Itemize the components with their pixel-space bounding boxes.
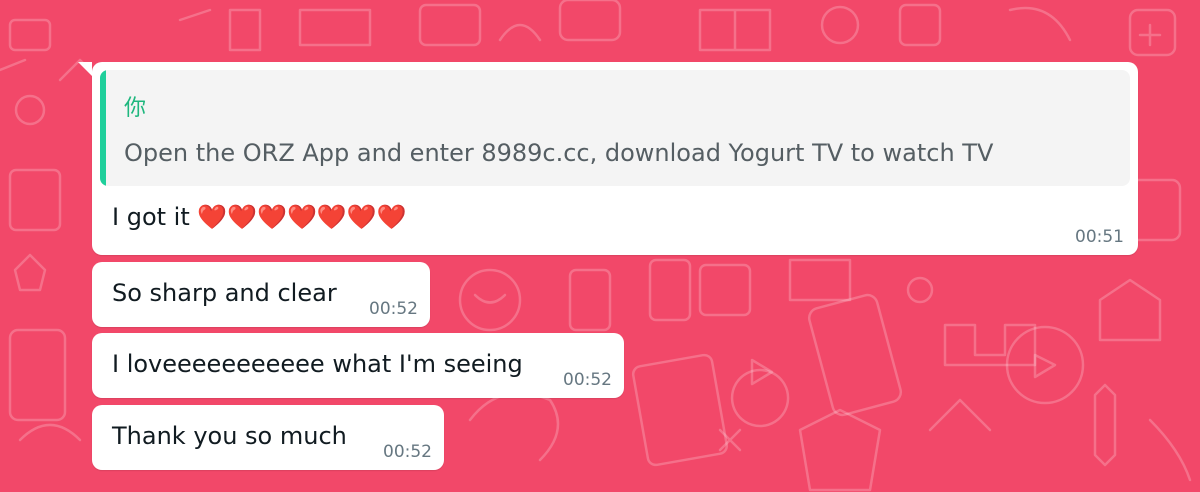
quoted-text: Open the ORZ App and enter 8989c.cc, dow… <box>124 139 994 167</box>
message-text: I got it ❤️❤️❤️❤️❤️❤️❤️ <box>112 203 407 231</box>
message-timestamp: 00:51 <box>1075 227 1124 247</box>
message-bubble[interactable]: I loveeeeeeeeeee what I'm seeing 00:52 <box>92 333 624 398</box>
message-text: So sharp and clear <box>112 279 337 307</box>
message-text: Thank you so much <box>112 422 347 450</box>
quoted-author: 你 <box>124 96 147 121</box>
message-timestamp: 00:52 <box>383 442 432 462</box>
quote-accent-bar <box>100 70 106 186</box>
message-timestamp: 00:52 <box>369 299 418 319</box>
message-bubble-reply[interactable]: 你 Open the ORZ App and enter 8989c.cc, d… <box>78 62 1138 255</box>
quoted-message[interactable]: 你 Open the ORZ App and enter 8989c.cc, d… <box>100 70 1130 186</box>
message-bubble[interactable]: So sharp and clear 00:52 <box>92 262 430 327</box>
message-timestamp: 00:52 <box>563 370 612 390</box>
bubble-tail <box>78 62 92 76</box>
message-bubble[interactable]: Thank you so much 00:52 <box>92 405 444 470</box>
message-text: I loveeeeeeeeeee what I'm seeing <box>112 350 523 378</box>
